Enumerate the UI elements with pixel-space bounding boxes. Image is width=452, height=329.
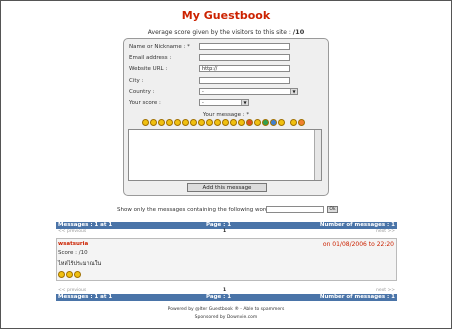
guestbook-form: Name or Nickname : * Email address : Web… [123,38,329,196]
pagination-bar-top: Messages : 1 at 1 Page : 1 Number of mes… [56,222,397,229]
email-input[interactable] [199,54,290,61]
previous-link[interactable]: << previous [58,229,86,235]
chevron-down-icon: ▼ [241,100,248,105]
message-label: Your message : * [202,112,250,118]
entry-date: on 01/08/2006 to 22:20 [322,241,394,248]
smiley-toolbar [142,119,306,127]
message-textarea[interactable] [128,129,322,181]
entry-message: ไหล่ไร้ประมาณใน [58,261,102,267]
smile-icon[interactable] [142,119,149,126]
city-input[interactable] [199,77,290,84]
page-link-1[interactable]: 1 [223,229,226,235]
cat-icon[interactable] [238,119,245,126]
shy-icon[interactable] [278,119,285,126]
cold-icon[interactable] [270,119,277,126]
neutral-icon[interactable] [214,119,221,126]
filter-ok-button[interactable]: Ok [327,206,338,213]
pagination-bar-bottom: Messages : 1 at 1 Page : 1 Number of mes… [56,294,397,301]
email-label: Email address : [129,55,172,61]
guestbook-entry: wsatsuria on 01/08/2006 to 22:20 Score :… [56,238,397,281]
laugh-icon[interactable] [182,119,189,126]
website-input[interactable]: http:// [199,65,290,72]
angry-icon[interactable] [246,119,253,126]
filter-label: Show only the messages containing the fo… [117,207,275,213]
page-indicator: Page : 1 [206,294,232,300]
smile-icon [58,271,65,278]
messages-total: Number of messages : 1 [319,222,395,228]
entry-author: wsatsuria [58,241,89,247]
textarea-scrollbar[interactable] [314,130,321,180]
smile-icon [66,271,73,278]
tongue-icon[interactable] [190,119,197,126]
score-select[interactable]: - ▼ [199,99,249,106]
average-score-value: /10 [292,28,305,36]
sad-icon[interactable] [166,119,173,126]
sponsored-by[interactable]: Sponsored by Downvie.com [0,315,452,320]
powered-by[interactable]: Powered by @lter Guestbook ® - Able to s… [0,307,452,312]
add-message-button[interactable]: Add this message [187,183,267,192]
grin-icon[interactable] [150,119,157,126]
score-label: Your score : [129,100,161,106]
dizzy-icon[interactable] [254,119,261,126]
pagination-nav-top: << previous 1 next >> [56,229,397,235]
messages-range: Messages : 1 at 1 [58,294,113,300]
sick-icon[interactable] [262,119,269,126]
average-score-label: Average score given by the visitors to t… [147,29,291,36]
messages-range: Messages : 1 at 1 [58,222,113,228]
cool-icon[interactable] [174,119,181,126]
country-select-value: - [202,89,204,95]
cry-icon[interactable] [222,119,229,126]
surprised-icon[interactable] [198,119,205,126]
website-label: Website URL : [129,66,168,72]
evil-icon[interactable] [230,119,237,126]
country-select[interactable]: - ▼ [199,88,298,95]
filter-input[interactable] [266,206,324,213]
messages-total: Number of messages : 1 [319,294,395,300]
entry-smileys [58,271,82,278]
country-label: Country : [129,89,155,95]
page-title: My Guestbook [181,9,271,22]
chevron-down-icon: ▼ [290,89,297,94]
page-indicator: Page : 1 [206,222,232,228]
blush-icon[interactable] [298,119,305,126]
sleepy-icon[interactable] [290,119,297,126]
name-input[interactable] [199,43,290,50]
next-link[interactable]: next >> [376,229,395,235]
smile-icon [74,271,81,278]
wink-icon[interactable] [158,119,165,126]
name-label: Name or Nickname : * [129,44,190,50]
confused-icon[interactable] [206,119,213,126]
entry-score: Score : /10 [58,250,88,256]
city-label: City : [129,78,144,84]
score-select-value: - [202,100,204,106]
average-score: Average score given by the visitors to t… [0,28,452,36]
